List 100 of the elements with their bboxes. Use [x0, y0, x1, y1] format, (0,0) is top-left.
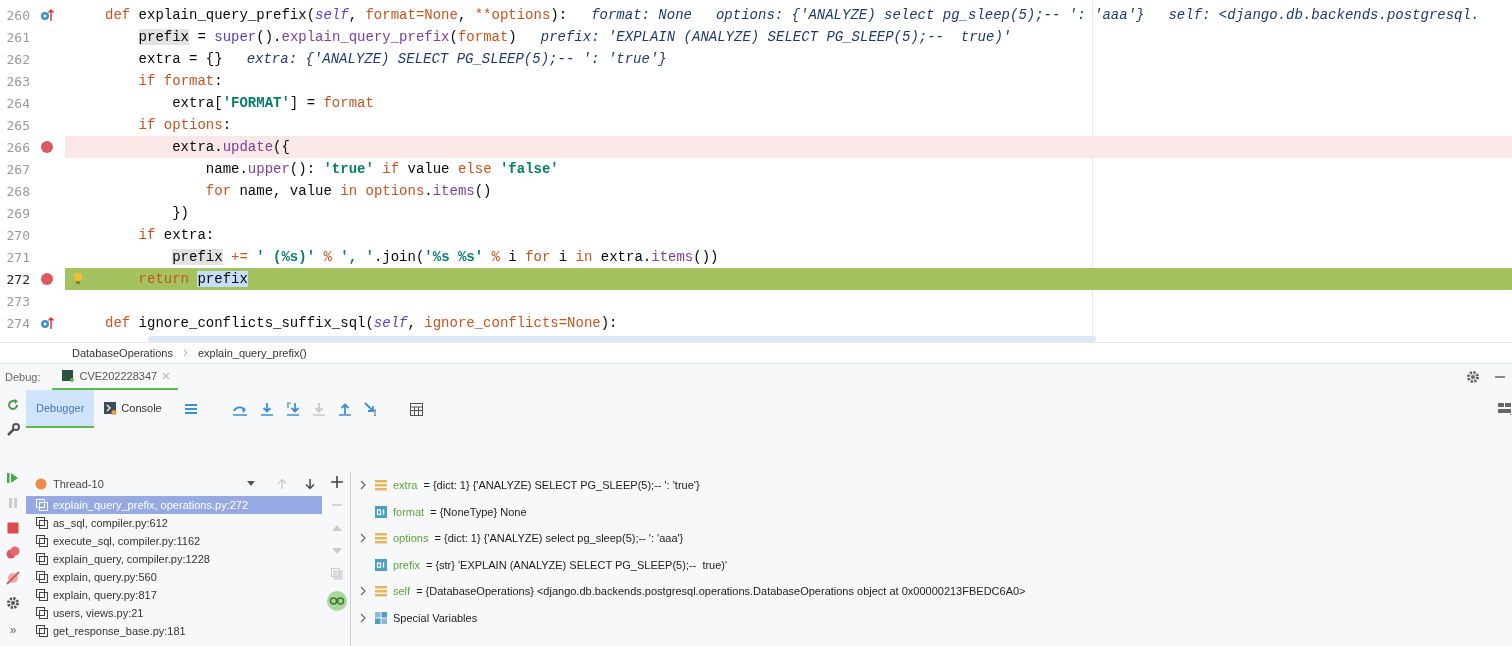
line-number: 269 — [5, 205, 30, 221]
arrow-down-icon[interactable] — [304, 478, 316, 490]
code-line: if format: — [137, 73, 223, 89]
code-line: if options: — [137, 117, 232, 133]
frame-icon — [36, 625, 48, 637]
stack-frame[interactable]: as_sql, compiler.py:612 — [26, 514, 322, 532]
code-line: for name, value in options.items() — [204, 183, 492, 199]
grid-icon — [375, 611, 387, 624]
line-number: 266 — [5, 139, 30, 155]
frame-icon — [36, 499, 48, 511]
variable-name: self — [393, 585, 411, 598]
stack-frame[interactable]: execute_sql, compiler.py:1162 — [26, 532, 322, 550]
chevron-right-icon[interactable] — [359, 586, 367, 597]
code-line: if extra: — [137, 227, 215, 243]
breakpoint-icon[interactable] — [40, 140, 54, 154]
breakpoint-icon[interactable] — [40, 272, 54, 286]
breakpoints-icon[interactable] — [6, 546, 20, 560]
line-number: 268 — [5, 183, 30, 199]
binary-value-icon — [375, 558, 387, 571]
code-line: extra['FORMAT'] = format — [171, 95, 374, 111]
variable-value: Special Variables — [393, 611, 478, 624]
variable-name: options — [393, 532, 429, 545]
breadcrumb-item[interactable]: explain_query_prefix() — [197, 347, 307, 359]
run-to-cursor-icon[interactable] — [363, 402, 378, 416]
inline-value-hint: extra: {'ANALYZE) SELECT PG_SLEEP(5);-- ': 'true'} — [246, 51, 667, 67]
plus-icon[interactable] — [331, 476, 343, 488]
code-line: }) — [171, 205, 190, 221]
variable-value: = {str} 'EXPLAIN (ANALYZE) SELECT PG_SLEEP(5);-- true)' — [425, 558, 728, 571]
close-icon[interactable] — [162, 372, 171, 380]
resume-icon[interactable] — [6, 471, 20, 485]
variable-name: prefix — [393, 558, 420, 571]
line-number: 267 — [5, 161, 30, 177]
frame-icon — [36, 607, 48, 619]
code-line: extra.update({ — [171, 139, 290, 155]
code-line: return prefix — [137, 271, 248, 287]
variable-value: = {dict: 1} {'ANALYZE) select pg_sleep(5);-- ': 'aaa'} — [434, 532, 684, 545]
step-into-icon[interactable] — [259, 402, 274, 416]
variable-value: = {NoneType} None — [430, 505, 527, 518]
variable-name: format — [393, 505, 425, 518]
stack-frame[interactable]: users, views.py:21 — [26, 604, 322, 622]
lightbulb-icon[interactable] — [73, 272, 83, 286]
chevron-right-icon[interactable] — [359, 480, 367, 491]
stop-icon[interactable] — [6, 521, 20, 535]
horizontal-scrollbar[interactable] — [148, 336, 1096, 342]
stack-icon — [375, 479, 387, 492]
stack-frame[interactable]: explain_query, compiler.py:1228 — [26, 550, 322, 568]
panel-tab[interactable]: Console — [94, 390, 172, 428]
inline-value-hint: self: <django.db.backends.postgresql. — [1168, 7, 1480, 23]
table-icon[interactable] — [409, 402, 423, 416]
settings-icon[interactable] — [1466, 370, 1480, 384]
thread-selector[interactable]: Thread-10 — [53, 478, 240, 490]
inline-value-hint: prefix: 'EXPLAIN (ANALYZE) SELECT PG_SLEEP(5);-- true)' — [540, 29, 1012, 45]
more-button[interactable]: » — [9, 623, 17, 637]
stack-frame[interactable]: explain, query.py:560 — [26, 568, 322, 586]
line-number: 270 — [5, 227, 30, 243]
code-line: prefix = super().explain_query_prefix(format) — [137, 29, 517, 45]
line-number: 274 — [5, 315, 30, 331]
panel-tab[interactable]: Debugger — [26, 390, 95, 428]
inline-value-hint: format: None — [591, 7, 692, 23]
line-number: 273 — [5, 293, 30, 309]
frame-icon — [36, 571, 48, 583]
stack-icon — [375, 532, 387, 545]
line-number: 265 — [5, 117, 30, 133]
dropdown-caret-icon[interactable] — [246, 480, 256, 488]
frame-icon — [36, 553, 48, 565]
line-number: 260 — [5, 7, 30, 23]
step-out-icon[interactable] — [337, 402, 352, 416]
stack-frame[interactable]: get_response_base.py:181 — [26, 622, 322, 640]
frame-icon — [36, 589, 48, 601]
stack-icon — [375, 585, 387, 598]
variable-value: = {dict: 1} {'ANALYZE) SELECT PG_SLEEP(5);-- ': 'true'} — [423, 479, 700, 492]
line-number: 264 — [5, 95, 30, 111]
menu-icon[interactable] — [183, 402, 198, 416]
debug-label: Debug: — [5, 371, 41, 383]
circle-arrow-icon[interactable] — [40, 8, 54, 22]
stack-frame[interactable]: explain, query.py:817 — [26, 586, 322, 604]
chevron-right-icon[interactable] — [359, 533, 367, 544]
line-number: 263 — [5, 73, 30, 89]
line-number: 272 — [5, 271, 30, 287]
chevron-right-icon — [182, 349, 188, 357]
code-line: extra = {} — [137, 51, 223, 67]
code-line: name.upper(): 'true' if value else 'false' — [204, 161, 559, 177]
layout-icon[interactable] — [1498, 403, 1512, 415]
inline-value-hint: options: {'ANALYZE) select pg_sleep(5);-- ': 'aaa'} — [715, 7, 1145, 23]
mute-breakpoints-icon[interactable] — [6, 571, 20, 585]
circle-arrow-icon[interactable] — [40, 316, 54, 330]
breadcrumb-item[interactable]: DatabaseOperations — [72, 347, 173, 359]
frame-icon — [36, 517, 48, 529]
console-icon — [104, 401, 118, 415]
glasses-icon[interactable] — [327, 591, 347, 611]
step-into-mine-icon[interactable] — [285, 402, 300, 416]
variable-value: = {DatabaseOperations} <django.db.backends.postgresql.operations.DatabaseOperations object at 0x00000213FBEDC6A0> — [416, 585, 1026, 598]
settings-icon[interactable] — [6, 596, 20, 610]
chevron-right-icon[interactable] — [359, 612, 367, 623]
wrench-icon[interactable] — [6, 423, 20, 437]
force-step-into-icon — [311, 402, 326, 416]
rerun-icon[interactable] — [6, 398, 20, 412]
frame-icon — [36, 535, 48, 547]
line-number: 262 — [5, 51, 30, 67]
thread-status-icon — [35, 478, 47, 490]
